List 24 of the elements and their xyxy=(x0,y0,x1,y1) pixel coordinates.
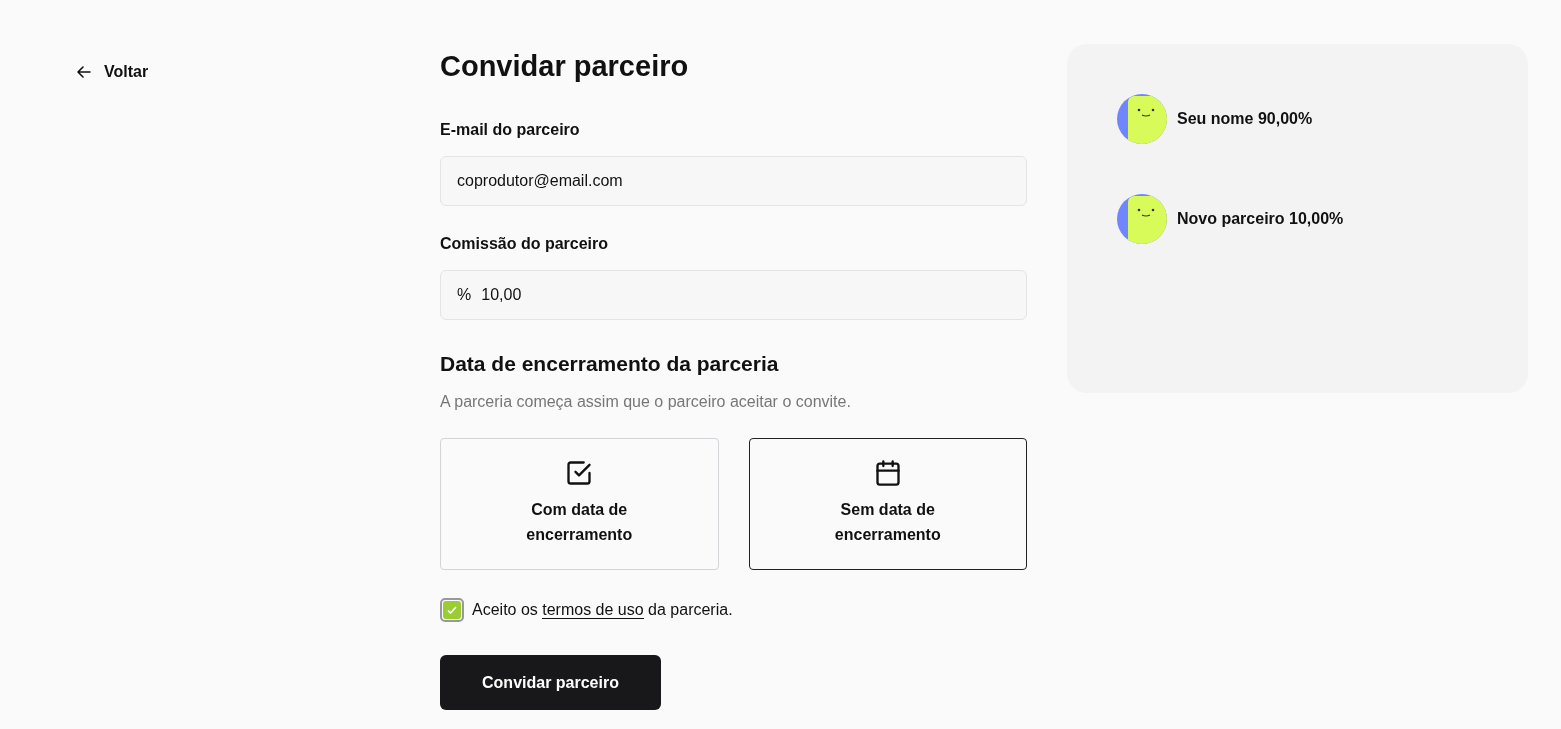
section-heading: Data de encerramento da parceria xyxy=(440,351,779,377)
field-label: E-mail do parceiro xyxy=(440,120,580,140)
option-card[interactable]: Sem data de encerramento xyxy=(748,438,1027,570)
terms-link[interactable]: termos de uso xyxy=(542,601,644,619)
checkbox[interactable] xyxy=(440,598,464,622)
back-link[interactable]: Voltar xyxy=(76,60,149,84)
input-field[interactable]: coprodutor@email.com xyxy=(440,156,1027,206)
terms-text: Aceito os termos de uso da parceria. xyxy=(472,600,733,621)
share-label: Seu nome 90,00% xyxy=(1177,109,1313,129)
input-field[interactable]: % 10,00 xyxy=(440,270,1027,320)
avatar-icon xyxy=(1117,194,1167,244)
option-card[interactable]: Com data de encerramento xyxy=(440,438,719,570)
section-description: A parceria começa assim que o parceiro aceitar o convite. xyxy=(440,392,851,412)
check-icon xyxy=(446,604,458,616)
page-title: Convidar parceiro xyxy=(440,49,690,84)
calendar-icon xyxy=(873,459,902,487)
field-value: 10,00 xyxy=(481,285,522,305)
share-label: Novo parceiro 10,00% xyxy=(1177,209,1344,229)
avatar-icon xyxy=(1117,94,1167,144)
invite-button[interactable]: Convidar parceiro xyxy=(440,655,661,710)
field-label: Comissão do parceiro xyxy=(440,234,609,254)
checkbox-icon xyxy=(565,459,594,487)
percent-prefix: % xyxy=(457,285,472,305)
arrow-left-icon xyxy=(76,64,92,80)
